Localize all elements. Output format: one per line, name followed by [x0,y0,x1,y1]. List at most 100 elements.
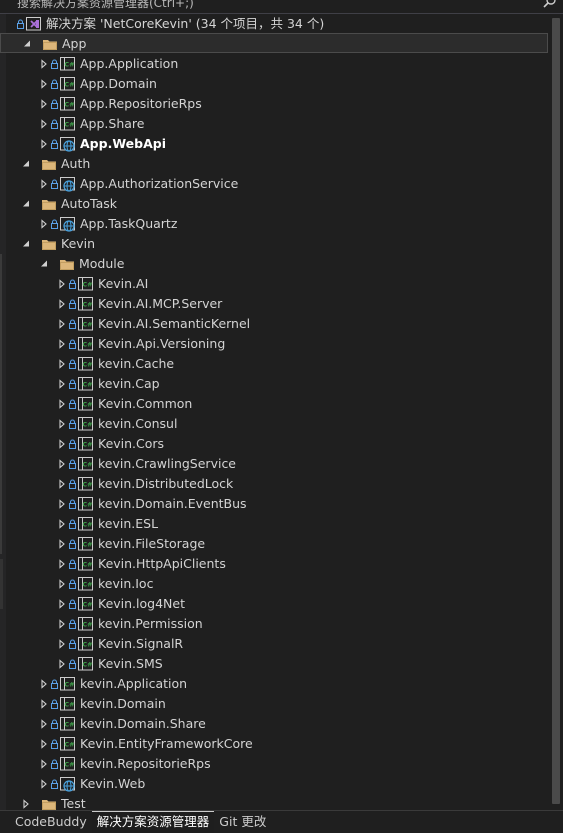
tree-project[interactable]: C# kevin.Application [0,673,548,693]
tree-project[interactable]: C# kevin.Domain.EventBus [0,493,548,513]
chevron-right-icon[interactable] [40,714,50,734]
tree-project[interactable]: C# kevin.Ioc [0,573,548,593]
tree-project[interactable]: C# Kevin.Api.Versioning [0,333,548,353]
tree-project[interactable]: C# kevin.Domain [0,693,548,713]
chevron-right-icon[interactable] [58,654,68,674]
search-icon[interactable] [543,0,557,9]
chevron-right-icon[interactable] [40,694,50,714]
lock-icon [68,534,77,554]
tree-project[interactable]: C# Kevin.AI.SemanticKernel [0,313,548,333]
chevron-right-icon[interactable] [58,534,68,554]
chevron-right-icon[interactable] [40,94,50,114]
tree-project[interactable]: C# kevin.ESL [0,513,548,533]
tree-item-label: App.WebApi [80,135,166,151]
tree-item-label: kevin.Cap [98,375,160,391]
svg-text:C#: C# [82,560,92,568]
lock-icon [50,734,59,754]
chevron-right-icon[interactable] [40,674,50,694]
chevron-right-icon[interactable] [40,74,50,94]
lock-icon [68,394,77,414]
chevron-right-icon[interactable] [40,174,50,194]
chevron-right-icon[interactable] [58,314,68,334]
tree-folder-auth[interactable]: Auth [0,153,548,173]
tree-project[interactable]: C# Kevin.SMS [0,653,548,673]
chevron-right-icon[interactable] [40,754,50,774]
tree-project[interactable]: C# App.RepositorieRps [0,93,548,113]
chevron-right-icon[interactable] [58,514,68,534]
tree-project-startup[interactable]: App.WebApi [0,133,548,153]
chevron-right-icon[interactable] [40,214,50,234]
tree-project[interactable]: C# kevin.Cap [0,373,548,393]
csharp-project-icon: C# [77,514,95,534]
chevron-right-icon[interactable] [58,294,68,314]
tree-project[interactable]: C# kevin.Domain.Share [0,713,548,733]
chevron-down-icon[interactable] [22,234,32,254]
chevron-right-icon[interactable] [58,614,68,634]
csharp-project-icon: C# [77,354,95,374]
tab-codebuddy[interactable]: CodeBuddy [0,811,92,833]
chevron-right-icon[interactable] [58,354,68,374]
solution-node[interactable]: 解决方案 'NetCoreKevin' (34 个项目，共 34 个) [0,13,548,33]
tree-project[interactable]: C# kevin.Permission [0,613,548,633]
tree-project[interactable]: C# Kevin.HttpApiClients [0,553,548,573]
chevron-down-icon[interactable] [23,34,33,54]
folder-icon [40,234,58,254]
tree-project[interactable]: C# Kevin.SignalR [0,633,548,653]
vertical-scrollbar[interactable] [549,14,563,812]
tree-project[interactable]: C# kevin.Consul [0,413,548,433]
chevron-right-icon[interactable] [58,414,68,434]
search-bar[interactable]: 搜索解决方案资源管理器(Ctrl+;) [0,0,563,14]
tree-project[interactable]: C# Kevin.Common [0,393,548,413]
chevron-down-icon[interactable] [40,254,50,274]
search-input[interactable]: 搜索解决方案资源管理器(Ctrl+;) [17,0,194,11]
tree-project[interactable]: Kevin.Web [0,773,548,793]
tree-item-label: kevin.FileStorage [98,535,206,551]
tree-project[interactable]: C# Kevin.EntityFrameworkCore [0,733,548,753]
chevron-right-icon[interactable] [40,734,50,754]
lock-icon [68,494,77,514]
chevron-right-icon[interactable] [58,474,68,494]
chevron-right-icon[interactable] [40,774,50,794]
chevron-right-icon[interactable] [58,434,68,454]
chevron-right-icon[interactable] [58,374,68,394]
scroll-thumb[interactable] [552,18,560,804]
tab-git-changes[interactable]: Git 更改 [214,811,271,833]
tree-project[interactable]: C# kevin.DistributedLock [0,473,548,493]
tree-folder-kevin[interactable]: Kevin [0,233,548,253]
svg-text:C#: C# [82,380,92,388]
chevron-right-icon[interactable] [58,454,68,474]
tree-project[interactable]: C# App.Share [0,113,548,133]
tree-project[interactable]: C# App.Domain [0,73,548,93]
tree-project[interactable]: C# Kevin.Cors [0,433,548,453]
chevron-down-icon[interactable] [22,154,32,174]
chevron-right-icon[interactable] [40,114,50,134]
chevron-right-icon[interactable] [58,554,68,574]
chevron-right-icon[interactable] [58,574,68,594]
chevron-right-icon[interactable] [58,394,68,414]
svg-text:C#: C# [82,580,92,588]
tree-project[interactable]: C# kevin.RepositorieRps [0,753,548,773]
chevron-down-icon[interactable] [22,194,32,214]
tree-project[interactable]: C# kevin.Cache [0,353,548,373]
tree-project[interactable]: C# kevin.CrawlingService [0,453,548,473]
tree-project[interactable]: App.AuthorizationService [0,173,548,193]
tree-project[interactable]: C# Kevin.AI.MCP.Server [0,293,548,313]
tree-folder-module[interactable]: Module [0,253,548,273]
tree-item-label: 解决方案 'NetCoreKevin' (34 个项目，共 34 个) [46,15,325,31]
chevron-right-icon[interactable] [58,494,68,514]
chevron-right-icon[interactable] [40,134,50,154]
tree-item-label: kevin.Domain.EventBus [98,495,247,511]
tree-project[interactable]: C# kevin.FileStorage [0,533,548,553]
tree-folder-autotask[interactable]: AutoTask [0,193,548,213]
tree-project[interactable]: C# Kevin.log4Net [0,593,548,613]
chevron-right-icon[interactable] [58,634,68,654]
tab-solution-explorer[interactable]: 解决方案资源管理器 [91,811,215,833]
tree-project[interactable]: C# App.Application [0,53,548,73]
tree-project[interactable]: App.TaskQuartz [0,213,548,233]
chevron-right-icon[interactable] [58,334,68,354]
chevron-right-icon[interactable] [58,274,68,294]
tree-project[interactable]: C# Kevin.AI [0,273,548,293]
tree-folder-app[interactable]: App [0,33,548,53]
chevron-right-icon[interactable] [40,54,50,74]
chevron-right-icon[interactable] [58,594,68,614]
